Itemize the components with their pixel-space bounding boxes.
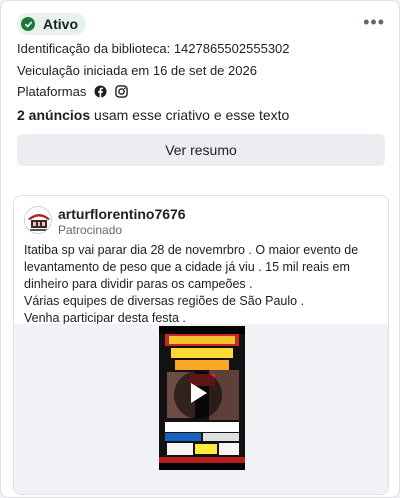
- sponsored-label: Patrocinado: [58, 223, 123, 237]
- library-id: Identificação da biblioteca: 14278655025…: [17, 41, 290, 56]
- ad-text-line: Itatiba sp vai parar dia 28 de novemrbro…: [24, 243, 359, 291]
- ad-text-line: Várias equipes de diversas regiões de Sã…: [24, 294, 305, 308]
- ad-body-text: Itatiba sp vai parar dia 28 de novemrbro…: [24, 242, 384, 327]
- avatar[interactable]: [24, 206, 52, 234]
- start-date: Veiculação iniciada em 16 de set de 2026: [17, 63, 257, 78]
- play-button[interactable]: [174, 371, 222, 419]
- status-badge: Ativo: [17, 13, 86, 35]
- platforms-row: Plataformas: [17, 84, 129, 99]
- instagram-icon: [115, 85, 129, 98]
- usage-count: 2 anúncios: [17, 107, 91, 123]
- check-circle-icon: [21, 17, 35, 31]
- status-label: Ativo: [43, 16, 78, 32]
- ad-preview: arturflorentino7676 Patrocinado Itatiba …: [13, 195, 389, 495]
- platforms-label: Plataformas: [17, 84, 87, 99]
- view-summary-button[interactable]: Ver resumo: [17, 134, 385, 166]
- facebook-icon: [94, 85, 107, 98]
- ad-card: Ativo ••• Identificação da biblioteca: 1…: [0, 0, 400, 498]
- usage-text: 2 anúncios usam esse criativo e esse tex…: [17, 107, 289, 123]
- usage-rest: usam esse criativo e esse texto: [90, 107, 290, 123]
- status-row: Ativo: [17, 13, 86, 35]
- more-options-button[interactable]: •••: [363, 13, 385, 31]
- more-horizontal-icon: •••: [363, 12, 385, 32]
- advertiser-name[interactable]: arturflorentino7676: [58, 206, 186, 222]
- play-icon: [187, 381, 209, 410]
